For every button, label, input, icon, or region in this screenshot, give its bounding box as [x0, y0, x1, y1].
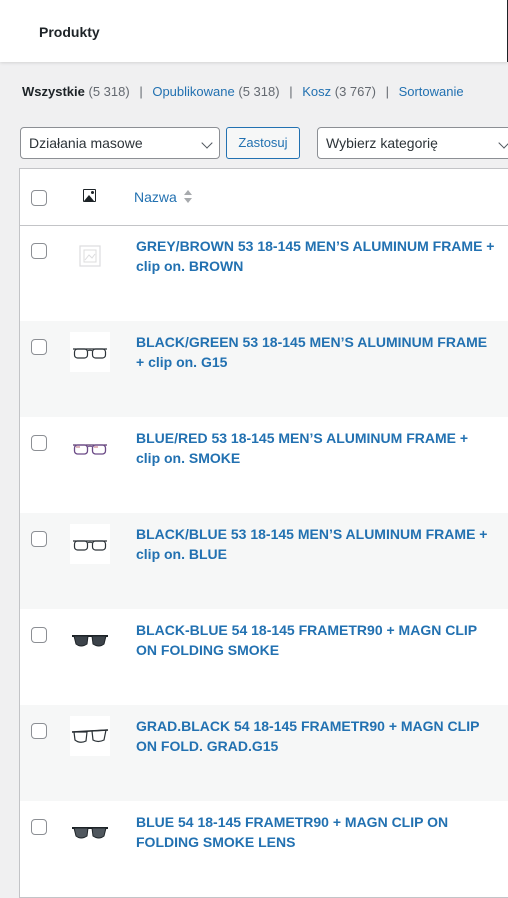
- product-name-link[interactable]: BLACK/BLUE 53 18-145 MEN’S ALUMINUM FRAM…: [136, 524, 496, 564]
- row-checkbox[interactable]: [31, 339, 47, 355]
- bulk-actions-value: Działania masowe: [29, 135, 143, 151]
- category-filter-select[interactable]: Wybierz kategorię: [317, 127, 508, 159]
- product-thumbnail-glasses-icon[interactable]: [70, 716, 110, 756]
- row-checkbox[interactable]: [31, 723, 47, 739]
- table-row: BLACK/BLUE 53 18-145 MEN’S ALUMINUM FRAM…: [20, 513, 508, 609]
- row-checkbox[interactable]: [31, 531, 47, 547]
- sort-arrows-icon[interactable]: [183, 190, 193, 204]
- table-row: BLACK-BLUE 54 18-145 FRAMETR90 + MAGN CL…: [20, 609, 508, 705]
- top-header-bar: Produkty: [0, 0, 508, 62]
- product-name-link[interactable]: BLACK-BLUE 54 18-145 FRAMETR90 + MAGN CL…: [136, 620, 496, 660]
- row-checkbox[interactable]: [31, 243, 47, 259]
- chevron-down-icon: [498, 137, 508, 149]
- product-name-link[interactable]: BLUE/RED 53 18-145 MEN’S ALUMINUM FRAME …: [136, 428, 496, 468]
- bulk-actions-select[interactable]: Działania masowe: [20, 127, 220, 159]
- filter-separator: |: [139, 84, 143, 99]
- filter-all-count: (5 318): [88, 84, 130, 99]
- products-table: Nazwa GREY/BROWN 53 18-145 MEN’S ALUMINU…: [19, 168, 508, 898]
- select-all-checkbox[interactable]: [31, 190, 47, 206]
- product-name-link[interactable]: GREY/BROWN 53 18-145 MEN’S ALUMINUM FRAM…: [136, 236, 496, 276]
- row-checkbox[interactable]: [31, 819, 47, 835]
- filter-separator: |: [289, 84, 293, 99]
- row-checkbox[interactable]: [31, 627, 47, 643]
- row-checkbox[interactable]: [31, 435, 47, 451]
- table-header-row: Nazwa: [20, 169, 508, 226]
- filter-all-link[interactable]: Wszystkie: [22, 84, 85, 99]
- table-row: BLUE 54 18-145 FRAMETR90 + MAGN CLIP ON …: [20, 801, 508, 897]
- filter-sorting-link[interactable]: Sortowanie: [399, 84, 464, 99]
- product-name-link[interactable]: BLUE 54 18-145 FRAMETR90 + MAGN CLIP ON …: [136, 812, 496, 852]
- chevron-down-icon: [201, 137, 213, 149]
- product-thumbnail-glasses-icon[interactable]: [70, 428, 110, 468]
- page-title: Produkty: [39, 24, 100, 40]
- product-thumbnail-sunglasses-icon[interactable]: [70, 620, 110, 660]
- filter-separator: |: [385, 84, 389, 99]
- category-filter-value: Wybierz kategorię: [326, 135, 438, 151]
- product-thumbnail-glasses-icon[interactable]: [70, 524, 110, 564]
- placeholder-image-icon[interactable]: [70, 236, 110, 276]
- product-name-link[interactable]: BLACK/GREEN 53 18-145 MEN’S ALUMINUM FRA…: [136, 332, 496, 372]
- filter-published-count: (5 318): [238, 84, 280, 99]
- filter-trash-count: (3 767): [334, 84, 376, 99]
- status-filter-links: Wszystkie (5 318) | Opublikowane (5 318)…: [22, 84, 464, 99]
- product-thumbnail-glasses-icon[interactable]: [70, 332, 110, 372]
- product-thumbnail-sunglasses-icon[interactable]: [70, 812, 110, 852]
- name-column-header[interactable]: Nazwa: [134, 189, 177, 205]
- table-row: GREY/BROWN 53 18-145 MEN’S ALUMINUM FRAM…: [20, 225, 508, 321]
- table-row: GRAD.BLACK 54 18-145 FRAMETR90 + MAGN CL…: [20, 705, 508, 801]
- filter-published-link[interactable]: Opublikowane: [152, 84, 234, 99]
- filter-trash-link[interactable]: Kosz: [302, 84, 331, 99]
- apply-button[interactable]: Zastosuj: [226, 127, 300, 159]
- table-row: BLUE/RED 53 18-145 MEN’S ALUMINUM FRAME …: [20, 417, 508, 513]
- table-row: BLACK/GREEN 53 18-145 MEN’S ALUMINUM FRA…: [20, 321, 508, 417]
- image-column-icon: [83, 189, 96, 202]
- product-name-link[interactable]: GRAD.BLACK 54 18-145 FRAMETR90 + MAGN CL…: [136, 716, 496, 756]
